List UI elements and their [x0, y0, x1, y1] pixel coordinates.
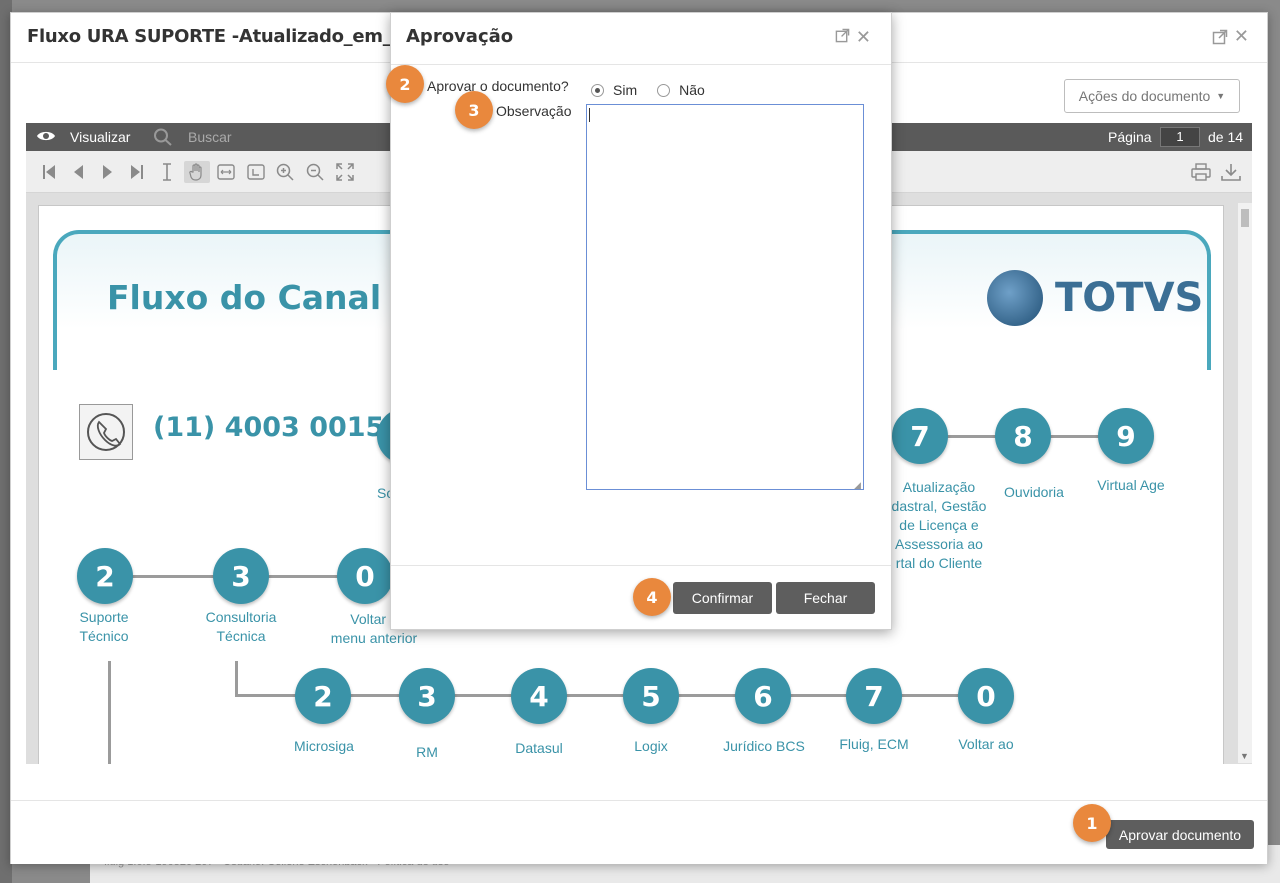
node-label-0-bottom: Voltar ao	[958, 736, 1014, 752]
document-actions-dropdown[interactable]: Ações do documento ▼	[1064, 79, 1240, 113]
open-external-icon[interactable]	[1212, 29, 1228, 45]
node-label-7-bottom: Fluig, ECM	[839, 736, 909, 752]
page-total-label: de 14	[1208, 129, 1244, 145]
totvs-logo: TOTVS	[987, 270, 1203, 326]
view-label[interactable]: Visualizar	[70, 129, 130, 145]
node-label-5-bottom: Logix	[634, 738, 668, 754]
connector	[939, 435, 999, 438]
approval-dialog-header: Aprovação ✕	[391, 13, 891, 65]
label-line: Técnico	[79, 628, 129, 644]
prev-page-icon[interactable]	[67, 161, 89, 183]
document-modal-header-icons: ✕	[1212, 26, 1249, 47]
node-7-bottom: 7	[846, 668, 902, 724]
fullscreen-icon[interactable]	[334, 161, 356, 183]
step-badge-3: 3	[455, 91, 493, 129]
label-line: Assessoria ao	[895, 536, 983, 552]
node-4-bottom: 4	[511, 668, 567, 724]
connector-vertical	[235, 661, 238, 696]
phone-number: (11) 4003 0015	[153, 412, 385, 443]
radio-option-sim[interactable]: Sim	[591, 82, 637, 98]
document-actions-label: Ações do documento	[1078, 88, 1211, 104]
label-line: dastral, Gestão	[891, 498, 987, 514]
scrollbar-thumb[interactable]	[1241, 209, 1249, 227]
node-5-bottom: 5	[623, 668, 679, 724]
connector-vertical	[108, 661, 111, 764]
close-icon[interactable]: ✕	[856, 27, 871, 48]
fit-width-icon[interactable]	[215, 161, 237, 183]
node-label-2-bottom: Microsiga	[294, 738, 354, 754]
label-line: Suporte	[79, 609, 129, 625]
node-8-top: 8	[995, 408, 1051, 464]
node-label-7-top: Atualização dastral, Gestão de Licença e…	[879, 478, 999, 573]
label-line: rtal do Cliente	[895, 555, 983, 571]
node-6-bottom: 6	[735, 668, 791, 724]
node-label-4-bottom: Datasul	[515, 740, 563, 756]
totvs-logo-icon	[987, 270, 1043, 326]
next-page-icon[interactable]	[97, 161, 119, 183]
node-0-bottom: 0	[958, 668, 1014, 724]
totvs-logo-text: TOTVS	[1055, 275, 1204, 321]
approval-dialog-title: Aprovação	[406, 26, 514, 47]
fit-page-icon[interactable]	[245, 161, 267, 183]
radio-button-nao[interactable]	[657, 83, 671, 97]
label-line: menu anterior	[330, 630, 418, 646]
open-external-icon[interactable]	[835, 27, 850, 48]
radio-button-sim[interactable]	[591, 83, 604, 97]
search-icon[interactable]	[153, 128, 173, 149]
node-2-bottom: 2	[295, 668, 351, 724]
approve-question-label: Aprovar o documento?	[427, 78, 569, 94]
first-page-icon[interactable]	[38, 161, 60, 183]
resize-grip-icon[interactable]: ◢	[854, 480, 861, 491]
phone-icon	[79, 404, 133, 460]
node-2-mid: 2	[77, 548, 133, 604]
page-label: Página	[1108, 129, 1152, 145]
banner-title: Fluxo do Canal de	[107, 278, 439, 317]
radio-label-nao: Não	[679, 82, 705, 98]
step-badge-1: 1	[1073, 804, 1111, 842]
scroll-down-icon[interactable]: ▼	[1240, 751, 1249, 761]
zoom-in-icon[interactable]	[274, 161, 296, 183]
step-badge-4: 4	[633, 578, 671, 616]
label-line: Técnica	[216, 628, 266, 644]
label-line: de Licença e	[899, 517, 979, 533]
node-label-3-mid: Consultoria Técnica	[191, 608, 291, 646]
node-9-top: 9	[1098, 408, 1154, 464]
node-label-6-bottom: Jurídico BCS	[723, 738, 805, 754]
observation-label: Observação	[496, 103, 572, 119]
search-input[interactable]: Buscar	[188, 129, 232, 145]
radio-label-sim: Sim	[613, 82, 638, 98]
caret-down-icon: ▼	[1216, 91, 1226, 101]
node-label-3-bottom: RM	[416, 744, 438, 760]
download-icon[interactable]	[1220, 161, 1242, 183]
node-7-top: 7	[892, 408, 948, 464]
approve-document-button[interactable]: Aprovar documento	[1106, 820, 1254, 849]
print-icon[interactable]	[1190, 161, 1212, 183]
label-line: Atualização	[902, 479, 976, 495]
close-icon[interactable]: ✕	[1234, 26, 1249, 47]
node-0-mid: 0	[337, 548, 393, 604]
text-select-icon[interactable]	[156, 161, 178, 183]
page-number-input[interactable]: 1	[1160, 127, 1200, 147]
confirm-button[interactable]: Confirmar	[673, 582, 772, 614]
step-badge-2: 2	[386, 65, 424, 103]
hand-tool-icon[interactable]	[184, 161, 210, 183]
node-label-2-mid: Suporte Técnico	[64, 608, 144, 646]
text-cursor	[589, 108, 590, 122]
radio-option-nao[interactable]: Não	[657, 82, 705, 98]
eye-icon	[36, 129, 56, 146]
approve-radio-group: Sim Não	[591, 82, 725, 98]
node-label-8-top: Ouvidoria	[1004, 484, 1064, 500]
observation-textarea[interactable]	[586, 104, 864, 490]
node-3-mid: 3	[213, 548, 269, 604]
label-line: Consultoria	[205, 609, 277, 625]
node-label-9-top: Virtual Age	[1097, 477, 1165, 493]
approval-dialog-header-icons: ✕	[835, 27, 871, 48]
document-modal-title: Fluxo URA SUPORTE -Atualizado_em_Maio	[27, 26, 439, 47]
node-3-bottom: 3	[399, 668, 455, 724]
zoom-out-icon[interactable]	[304, 161, 326, 183]
close-button[interactable]: Fechar	[776, 582, 875, 614]
last-page-icon[interactable]	[126, 161, 148, 183]
viewer-scrollbar[interactable]: ▼	[1238, 203, 1252, 763]
